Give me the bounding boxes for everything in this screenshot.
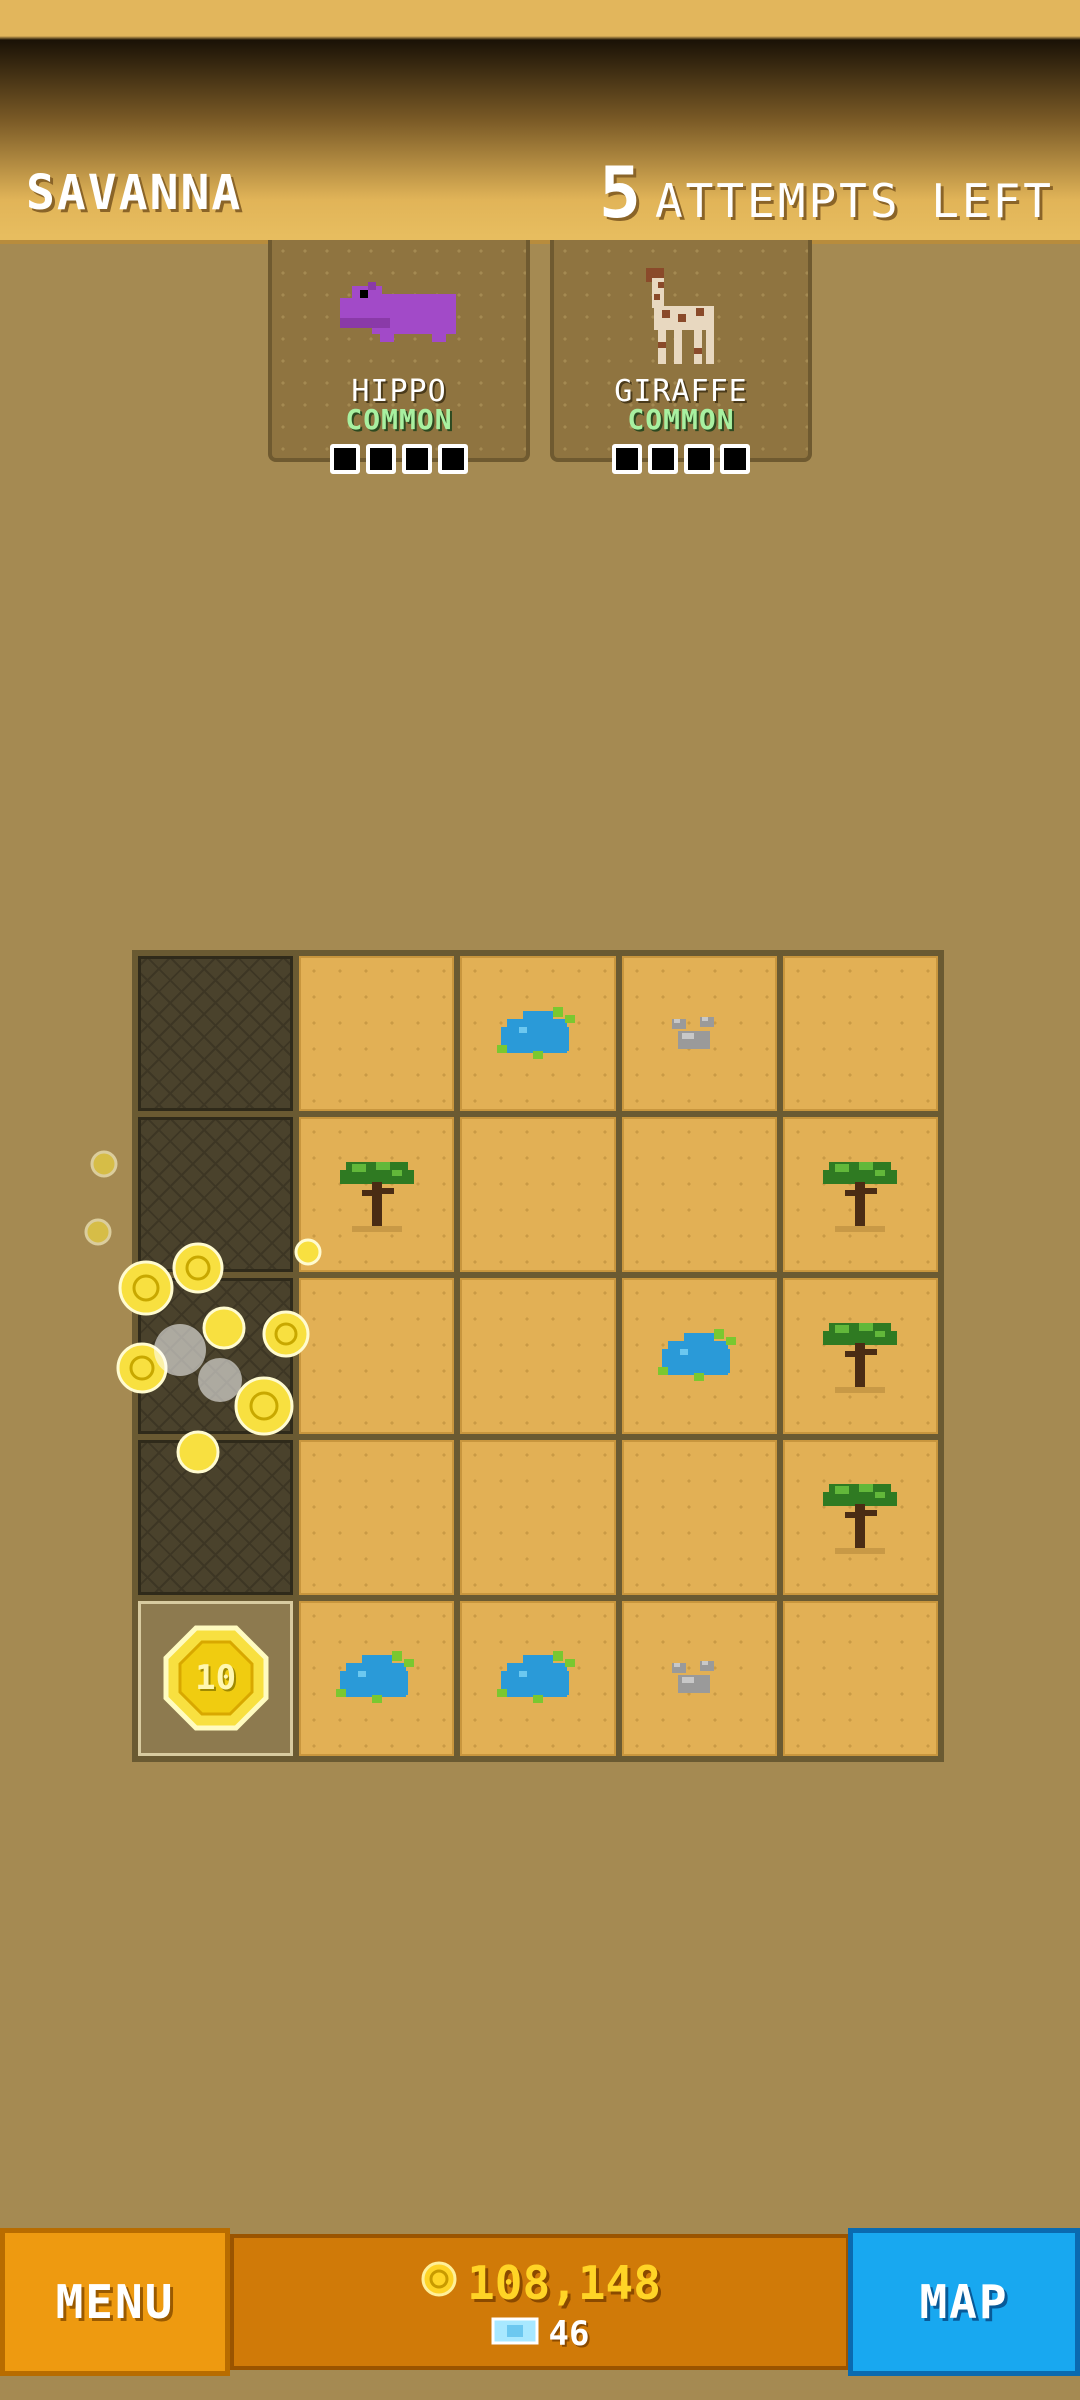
sand-tile[interactable] — [460, 1278, 616, 1434]
attempts-label: ATTEMPTS LEFT — [654, 174, 1054, 228]
water-hole-tile[interactable] — [621, 1278, 777, 1434]
map-button[interactable]: MAP — [848, 2228, 1080, 2376]
dug-tile — [138, 956, 294, 1112]
coins-display: 108,148 — [234, 2256, 846, 2310]
gem-icon — [491, 2314, 539, 2354]
zone-name: SAVANNA — [26, 165, 243, 221]
attempts-counter: 5 ATTEMPTS LEFT — [599, 152, 1054, 234]
progress-slots — [330, 444, 468, 474]
progress-slot — [438, 444, 468, 474]
animal-rarity: COMMON — [345, 403, 453, 436]
menu-button[interactable]: MENU — [0, 2228, 230, 2376]
rock-tile[interactable] — [621, 1600, 777, 1756]
progress-slots — [612, 444, 750, 474]
bottom-strip — [0, 2376, 1080, 2400]
giraffe-icon — [554, 268, 808, 368]
animal-card-hippo[interactable]: HIPPO COMMON — [268, 240, 530, 474]
progress-slot — [330, 444, 360, 474]
sand-tile[interactable] — [621, 1439, 777, 1595]
sand-tile[interactable] — [782, 956, 938, 1112]
coin-icon — [419, 2256, 459, 2310]
hippo-icon — [272, 268, 526, 368]
attempts-count: 5 — [598, 152, 641, 234]
currency-panel: 108,148 46 — [230, 2234, 850, 2370]
animal-rarity: COMMON — [627, 403, 735, 436]
gems-count: 46 — [548, 2314, 590, 2354]
water-hole-tile[interactable] — [460, 956, 616, 1112]
coin-value: 10 — [195, 1658, 237, 1699]
coin-burst-effect — [80, 1140, 340, 1500]
progress-slot — [366, 444, 396, 474]
progress-slot — [612, 444, 642, 474]
water-hole-tile[interactable] — [460, 1600, 616, 1756]
top-bar: SAVANNA 5 ATTEMPTS LEFT — [0, 0, 1080, 244]
sand-tile[interactable] — [782, 1600, 938, 1756]
sand-tile[interactable] — [621, 1117, 777, 1273]
sand-tile[interactable] — [460, 1117, 616, 1273]
progress-slot — [402, 444, 432, 474]
bottom-bar: MENU 108,148 46 MAP — [0, 2228, 1080, 2376]
progress-slot — [720, 444, 750, 474]
coin-tile[interactable]: 10 — [138, 1600, 294, 1756]
gems-display: 46 — [234, 2314, 846, 2354]
sand-tile[interactable] — [299, 956, 455, 1112]
animal-card-giraffe[interactable]: GIRAFFE COMMON — [550, 240, 812, 474]
coin-reward-icon[interactable]: 10 — [162, 1624, 270, 1732]
progress-slot — [648, 444, 678, 474]
coins-count: 108,148 — [467, 2256, 661, 2310]
acacia-tree-tile[interactable] — [782, 1278, 938, 1434]
acacia-tree-tile[interactable] — [782, 1117, 938, 1273]
rock-tile[interactable] — [621, 956, 777, 1112]
acacia-tree-tile[interactable] — [782, 1439, 938, 1595]
water-hole-tile[interactable] — [299, 1600, 455, 1756]
progress-slot — [684, 444, 714, 474]
sand-tile[interactable] — [460, 1439, 616, 1595]
